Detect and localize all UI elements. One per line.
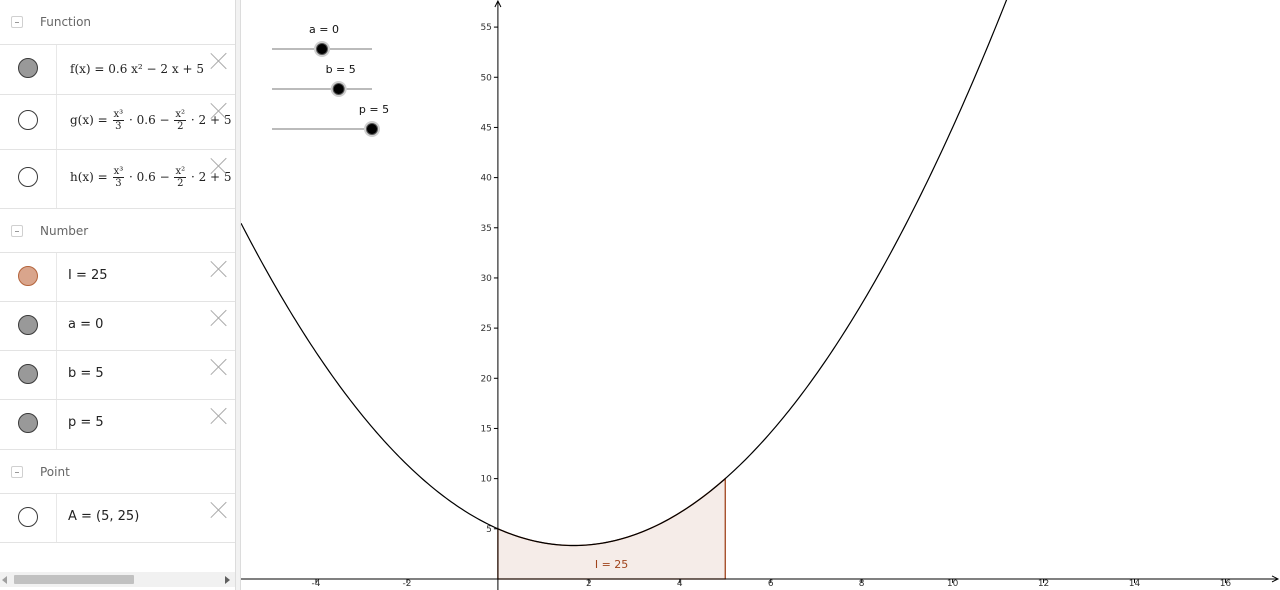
algebra-row-A[interactable]: A = (5, 25) [0,493,235,543]
x-tick-label-6: 6 [768,579,774,589]
x-tick-label-2: 2 [586,579,592,589]
algebra-row-I[interactable]: I = 25 [0,252,235,301]
group-header-function[interactable]: Function [0,0,235,44]
y-tick-label-55: 55 [480,23,491,33]
graphics-view[interactable]: -4 -2 2 4 6 8 10 12 14 16 5 10 15 20 25 30 35 40 45 50 55 I =… [241,0,1280,590]
visibility-toggle-a[interactable] [18,315,38,335]
delete-I-icon[interactable] [209,258,229,278]
delete-A-icon[interactable] [209,499,229,519]
x-tick-label-14: 14 [1129,579,1141,589]
group-label-number: Number [40,224,89,238]
visibility-toggle-A[interactable] [18,507,38,527]
slider-label-0: a = 0 [309,23,339,36]
visibility-toggle-b[interactable] [18,364,38,384]
x-tick-label--2: -2 [402,579,411,589]
scrollbar-thumb[interactable] [14,575,134,584]
group-header-number[interactable]: Number [0,208,235,252]
x-tick-label-12: 12 [1038,579,1049,589]
slider-knob-1[interactable] [332,83,345,95]
visibility-toggle-h[interactable] [18,167,38,187]
collapse-point-button[interactable] [11,466,23,478]
x-tick-label-16: 16 [1220,579,1232,589]
integral-label: I = 25 [595,558,628,571]
y-tick-label-15: 15 [480,424,491,434]
x-tick-label-4: 4 [677,579,683,589]
x-tick-label-10: 10 [947,579,959,589]
collapse-function-button[interactable] [11,16,23,28]
y-tick-label-10: 10 [480,475,492,485]
number-I-definition[interactable]: I = 25 [68,268,108,283]
function-f-definition[interactable]: f(x) = 0.6 x² − 2 x + 5 [70,62,204,76]
number-p-definition[interactable]: p = 5 [68,415,104,430]
algebra-row-h[interactable]: h(x) = x³3 · 0.6 − x²2 · 2 + 5 x [0,149,235,208]
delete-h-icon[interactable] [209,155,229,175]
point-A-definition[interactable]: A = (5, 25) [68,509,139,524]
algebra-row-f[interactable]: f(x) = 0.6 x² − 2 x + 5 [0,44,235,94]
y-tick-label-45: 45 [480,123,491,133]
number-a-definition[interactable]: a = 0 [68,317,103,332]
visibility-toggle-g[interactable] [18,110,38,130]
delete-b-icon[interactable] [209,356,229,376]
algebra-row-a[interactable]: a = 0 [0,301,235,350]
x-tick-label-8: 8 [859,579,865,589]
slider-knob-0[interactable] [316,43,328,55]
x-tick-label--4: -4 [312,579,321,589]
y-tick-label-30: 30 [480,274,492,284]
algebra-view: Function f(x) = 0.6 x² − 2 x + 5 g(x) = … [0,0,235,590]
scroll-right-arrow-icon[interactable] [225,576,230,584]
y-tick-label-20: 20 [480,374,492,384]
number-b-definition[interactable]: b = 5 [68,366,104,381]
slider-label-2: p = 5 [359,103,389,116]
algebra-row-b[interactable]: b = 5 [0,350,235,399]
y-tick-label-35: 35 [480,224,491,234]
visibility-toggle-p[interactable] [18,413,38,433]
visibility-toggle-f[interactable] [18,58,38,78]
delete-a-icon[interactable] [209,307,229,327]
graph-canvas[interactable]: -4 -2 2 4 6 8 10 12 14 16510152025303540455055I =… [241,0,1280,590]
slider-knob-2[interactable] [366,123,378,135]
function-f-curve[interactable] [241,0,1280,547]
algebra-row-g[interactable]: g(x) = x³3 · 0.6 − x²2 · 2 + 5 x [0,94,235,149]
y-tick-label-25: 25 [480,324,491,334]
collapse-number-button[interactable] [11,225,23,237]
group-label-function: Function [40,15,92,29]
visibility-toggle-I[interactable] [18,266,38,286]
scroll-left-arrow-icon[interactable] [2,576,7,584]
y-tick-label-50: 50 [480,73,492,83]
delete-p-icon[interactable] [209,405,229,425]
slider-label-1: b = 5 [326,63,356,76]
delete-g-icon[interactable] [209,100,229,120]
group-label-point: Point [40,465,70,479]
horizontal-scrollbar[interactable] [0,572,235,587]
algebra-row-p[interactable]: p = 5 [0,399,235,449]
delete-f-icon[interactable] [209,50,229,70]
group-header-point[interactable]: Point [0,449,235,493]
y-tick-label-40: 40 [480,174,492,184]
